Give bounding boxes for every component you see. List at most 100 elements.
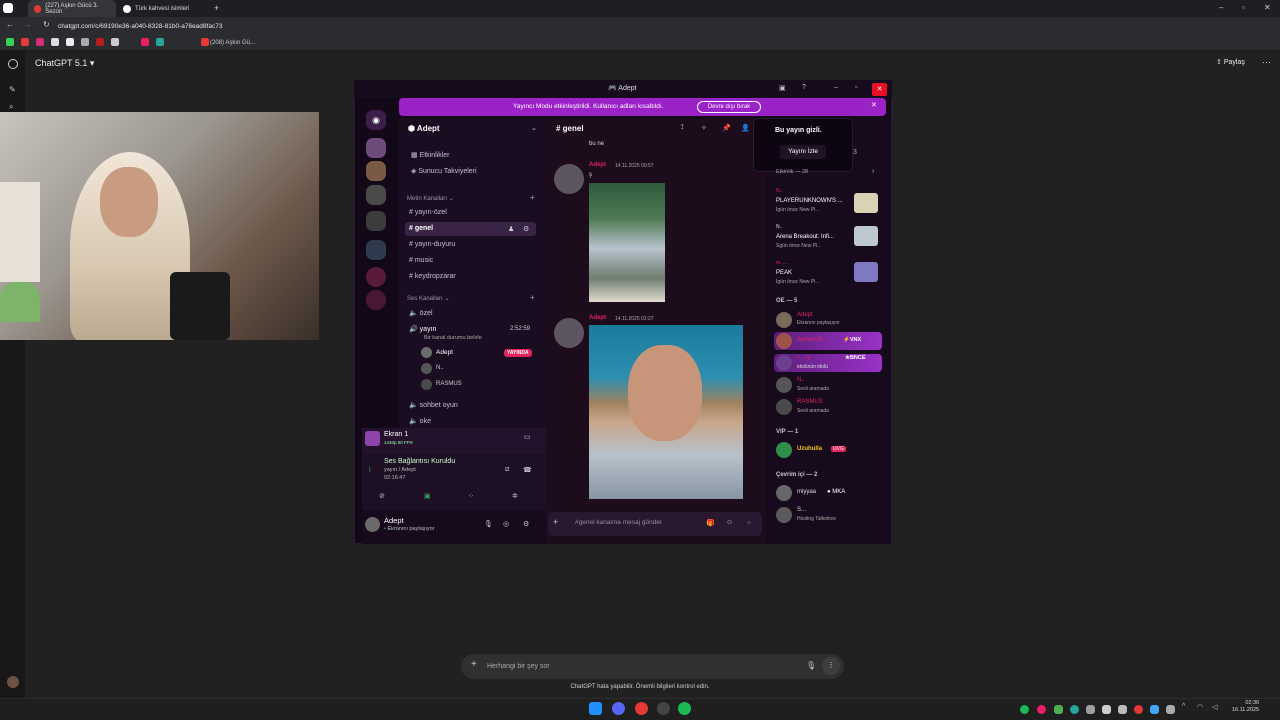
more-options-icon[interactable]: ⋯ [1262,57,1271,68]
pubg-game-icon[interactable] [854,193,878,213]
banner-close-icon[interactable]: ✕ [871,101,877,109]
server-icon-2[interactable] [366,161,386,181]
user-avatar-discord[interactable] [365,517,380,532]
new-tab-icon[interactable]: + [214,3,219,13]
tab-youtube[interactable]: (227) Aşkın Gücü 3. Sezon [28,0,116,17]
bookmark-youtube-icon[interactable] [21,38,29,46]
member-avatar[interactable] [776,442,792,458]
voice-user-rasmus[interactable]: RASMUS [436,381,462,387]
user-settings-icon[interactable]: ⚙ [523,520,529,528]
browser-menu-icon[interactable] [3,3,13,13]
signal-icon[interactable]: ⌇ [368,466,371,474]
tray-app5-icon[interactable] [1102,705,1111,714]
channel-settings-icon[interactable]: ⚙ [523,225,529,233]
member-avatar[interactable] [776,312,792,328]
add-voice-channel-icon[interactable]: + [530,293,535,302]
events-item[interactable]: ▦ Etkinlikler [411,151,450,159]
add-text-channel-icon[interactable]: + [530,193,535,202]
bookmark-misc5-icon[interactable] [156,38,164,46]
expand-chevron-icon[interactable]: › [872,168,874,175]
voice-channel-oke[interactable]: 🔈 oke [409,417,431,425]
voice-mode-icon[interactable]: ⋮ [822,657,840,675]
channel-keydropzarar[interactable]: # keydropzarar [409,273,456,280]
message-author[interactable]: Adept [589,315,606,321]
member-avatar[interactable] [776,355,792,371]
disconnect-icon[interactable]: ☎ [523,466,532,474]
bookmark-instagram-icon[interactable] [36,38,44,46]
peak-game-icon[interactable] [854,262,878,282]
pinned-icon[interactable]: 📌 [722,124,731,132]
tray-app-icon[interactable] [1037,705,1046,714]
server-icon-3[interactable] [366,185,386,205]
back-icon[interactable]: ← [6,20,14,29]
threads-icon[interactable]: ⟟ [681,124,684,132]
discord-taskbar-icon[interactable] [612,702,625,715]
member-name[interactable]: S... [797,507,806,513]
voice-channel-sohbet-oyun[interactable]: 🔈 sohbet oyun [409,401,458,409]
member-name[interactable]: RASMUS [797,399,823,405]
microphone-icon[interactable]: 🎙 [806,661,816,670]
bookmark-youtube2-icon[interactable] [201,38,209,46]
disable-streamer-mode-button[interactable]: Devre dışı bırak [697,101,761,113]
attach-icon[interactable]: + [553,517,558,527]
activity-game[interactable]: PLAYERUNKNOWN'S ... [776,198,843,204]
invite-icon[interactable]: ♟ [508,225,514,233]
tray-app7-icon[interactable] [1134,705,1143,714]
headphones-icon[interactable]: ◎ [503,520,509,528]
tab-turk-kahvesi[interactable]: Türk kahvesi isimleri [117,0,207,17]
bookmark-misc3-icon[interactable] [111,38,119,46]
message-avatar[interactable] [554,318,584,348]
member-name[interactable]: miyyaa [797,489,816,495]
discord-minimize-icon[interactable]: – [834,84,838,91]
minimize-icon[interactable]: – [1219,3,1223,12]
server-menu-chevron-icon[interactable]: ⌄ [531,124,537,132]
tray-app8-icon[interactable] [1150,705,1159,714]
server-header[interactable]: ⬢ Adept [408,124,440,133]
text-category[interactable]: Metin Kanalları ⌄ [407,195,454,202]
boosts-item[interactable]: ◈ Sunucu Takviyeleri [411,167,477,175]
channel-genel[interactable]: # genel [409,225,433,232]
tray-app6-icon[interactable] [1118,705,1127,714]
discord-maximize-icon[interactable]: ▫ [855,84,857,91]
discover-icon[interactable] [366,290,386,310]
maximize-icon[interactable]: ▫ [1242,3,1245,12]
server-folder-2[interactable] [366,240,386,260]
member-name[interactable]: r.....y [797,355,810,361]
channel-music[interactable]: # music [409,257,433,264]
member-avatar[interactable] [776,377,792,393]
apps-icon[interactable]: ⁘ [746,519,752,527]
reload-icon[interactable]: ↻ [43,20,50,29]
tray-app9-icon[interactable] [1166,705,1175,714]
add-server-icon[interactable] [366,267,386,287]
bookmark-misc-icon[interactable] [81,38,89,46]
voice-category[interactable]: Ses Kanalları ⌄ [407,295,449,302]
server-adept-icon[interactable] [366,138,386,158]
openai-logo-icon[interactable] [8,59,18,69]
bookmark-tiktok-icon[interactable] [66,38,74,46]
member-avatar[interactable] [776,333,792,349]
message-image[interactable] [589,183,665,302]
spotify-taskbar-icon[interactable] [678,702,691,715]
discord-close-button[interactable]: ✕ [872,83,887,96]
tray-spotify-icon[interactable] [1020,705,1029,714]
user-name[interactable]: Adept [384,516,404,525]
help-icon[interactable]: ? [802,84,806,91]
activity-game[interactable]: Arena Breakout: Infi... [776,234,834,240]
channel-yayin-ozel[interactable]: # yayın-özel [409,209,447,216]
mic-icon[interactable]: 🎙 [484,520,493,528]
message-input-placeholder[interactable]: #genel kanalına mesaj gönder [575,519,662,526]
tray-app2-icon[interactable] [1054,705,1063,714]
activity-user[interactable]: N.. [776,224,782,230]
search-icon[interactable]: ⌕ [9,102,13,112]
voice-status[interactable]: Bir kanal durumu belirle [424,335,482,341]
notifications-icon[interactable]: ✧ [701,124,707,132]
start-icon[interactable] [589,702,602,715]
share-button[interactable]: ⇪ Paylaş [1216,58,1245,66]
inbox-icon[interactable]: ▣ [779,84,786,92]
tray-chevron-icon[interactable]: ^ [1182,703,1185,710]
camera-off-icon[interactable]: ⊘ [379,492,385,500]
channel-yayin-duyuru[interactable]: # yayın-duyuru [409,241,455,248]
wifi-icon[interactable]: ◠ [1197,703,1203,711]
obs-taskbar-icon[interactable] [657,702,670,715]
taskbar-clock[interactable]: 02:36 16.11.2025 [1232,700,1259,714]
